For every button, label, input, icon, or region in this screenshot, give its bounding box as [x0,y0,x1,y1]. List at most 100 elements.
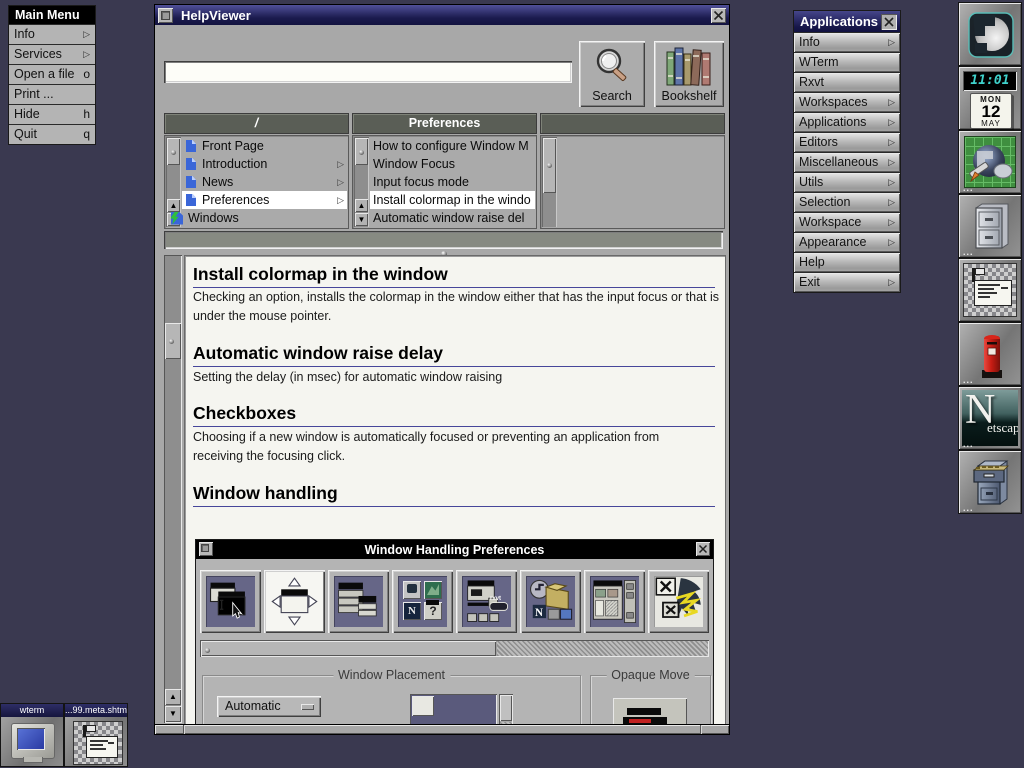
app-menu-item-rxvt[interactable]: Rxvt [794,73,900,92]
dock-tile-filecabinet-open[interactable]: ... [958,450,1022,514]
content-scroll-up-button[interactable]: ▲ [165,689,181,705]
clock-lcd: 11:01 [963,71,1017,91]
miniaturize-button[interactable] [158,8,173,23]
pref-icons-scrollbar [200,640,709,657]
column2-scrollbar[interactable]: ▲ ▼ [354,137,369,227]
submenu-arrow-icon: ▷ [888,113,895,132]
pref-icons-scroll-knob [201,641,496,656]
dock-tile-clock[interactable]: 11:01 MON 12 MAY [958,66,1022,130]
dock-tile-filecabinet[interactable]: ... [958,194,1022,258]
document-icon [186,194,196,206]
dock-tile-postbox[interactable]: ... [958,322,1022,386]
list-item-window-focus[interactable]: Window Focus [370,155,535,173]
submenu-arrow-icon: ▷ [888,213,895,232]
window-resizebar[interactable] [155,724,729,734]
list-item-input-focus-mode[interactable]: Input focus mode [370,173,535,191]
scroll-up-button[interactable]: ▲ [355,199,368,212]
list-item-front-page[interactable]: Front Page [182,137,347,155]
app-menu-item-utils[interactable]: Utils▷ [794,173,900,192]
pref-icon-window-focus [200,570,261,633]
close-button[interactable] [711,8,726,23]
section-heading: Install colormap in the window [193,264,715,288]
menu-item-quit[interactable]: Quitq [9,125,95,144]
menu-item-services[interactable]: Services▷ [9,45,95,64]
shortcut-key: q [83,125,90,144]
calendar: MON 12 MAY [970,93,1012,129]
scroll-up-icon: ▲ [169,692,177,701]
dock-tile-netscape[interactable]: N etscape ... [958,386,1022,450]
app-menu-item-miscellaneous[interactable]: Miscellaneous▷ [794,153,900,172]
main-menu-titlebar[interactable]: Main Menu [9,6,95,24]
calendar-month: MAY [971,119,1011,128]
column3-scroll-knob[interactable] [543,138,556,193]
helpviewer-titlebar[interactable]: HelpViewer [155,5,729,25]
appicon-dots: ... [963,378,974,382]
file-cabinet-icon [962,198,1018,254]
dock-tile-wmaker[interactable] [958,2,1022,66]
browser-column-header-1: / [164,113,349,134]
content-scroll-down-button[interactable]: ▼ [165,706,181,722]
app-menu-item-wterm[interactable]: WTerm [794,53,900,72]
column1-scroll-knob[interactable] [167,138,180,165]
menu-close-button[interactable] [881,14,897,30]
list-item-windows[interactable]: Windows [168,209,347,227]
submenu-arrow-icon: ▷ [888,193,895,212]
app-menu-item-help[interactable]: Help [794,253,900,272]
main-menu: Main Menu Info▷ Services▷ Open a fileo P… [8,5,96,145]
applications-menu-titlebar[interactable]: Applications [794,11,900,32]
clock-time: 11:01 [963,71,1017,91]
content-scroll-knob[interactable] [165,323,181,359]
app-menu-item-exit[interactable]: Exit▷ [794,273,900,292]
browser-horizontal-scrollbar[interactable] [164,231,723,249]
app-menu-item-info[interactable]: Info▷ [794,33,900,52]
list-item-news[interactable]: News▷ [182,173,347,191]
pref-icon-expert [648,570,709,633]
list-item-preferences[interactable]: Preferences▷ [182,191,347,209]
embedded-close-icon [696,542,710,556]
bookshelf-button[interactable]: Bookshelf [654,41,724,107]
miniwindow-meta-shtml[interactable]: ...99.meta.shtml [64,703,128,767]
window-title: HelpViewer [181,8,251,23]
app-menu-item-workspaces[interactable]: Workspaces▷ [794,93,900,112]
list-item-introduction[interactable]: Introduction▷ [182,155,347,173]
app-menu-item-applications[interactable]: Applications▷ [794,113,900,132]
list-item-automatic-raise[interactable]: Automatic window raise del [370,209,535,227]
desktop: Main Menu Info▷ Services▷ Open a fileo P… [0,0,1024,768]
embedded-dialog-titlebar: Window Handling Preferences [196,540,713,559]
appicon-dots: ... [963,186,974,190]
list-item-how-to-configure[interactable]: How to configure Window M [370,137,535,155]
browser-column-header-2: Preferences [352,113,537,134]
menu-item-print[interactable]: Print ... [9,85,95,104]
scroll-down-button[interactable]: ▼ [355,213,368,226]
applications-menu: Applications Info▷ WTerm Rxvt Workspaces… [793,10,901,293]
menu-item-open-a-file[interactable]: Open a fileo [9,65,95,84]
mail-window-icon [963,263,1017,317]
submenu-arrow-icon: ▷ [888,233,895,252]
app-menu-item-workspace[interactable]: Workspace▷ [794,213,900,232]
miniwindow-wterm[interactable]: wterm [0,703,64,767]
wterm-monitor-icon [11,723,55,759]
app-menu-item-appearance[interactable]: Appearance▷ [794,233,900,252]
menu-item-hide[interactable]: Hideh [9,105,95,124]
mail-window-icon [73,721,123,765]
browser-column-1: ▲ ▼ Front Page Introduction▷ News▷ Prefe… [164,135,349,229]
window-placement-group: Window Placement Automatic [202,675,581,725]
column2-scroll-knob[interactable] [355,138,368,165]
content-scrollbar[interactable]: ▲ ▼ [164,255,182,723]
list-item-install-colormap[interactable]: Install colormap in the windo [370,191,535,209]
svg-text:N: N [535,607,543,619]
menu-item-info[interactable]: Info▷ [9,25,95,44]
browser-column-2: ▲ ▼ How to configure Window M Window Foc… [352,135,537,229]
document-icon [186,140,196,152]
app-menu-item-editors[interactable]: Editors▷ [794,133,900,152]
app-menu-item-selection[interactable]: Selection▷ [794,193,900,212]
column3-scrollbar[interactable] [542,137,557,227]
open-cabinet-icon [962,454,1018,510]
netscape-logo-icon: N etscape [962,390,1018,446]
search-input[interactable] [164,61,572,83]
search-button[interactable]: Search [579,41,645,107]
dock-tile-wmakerconf[interactable]: ... [958,130,1022,194]
submenu-arrow-icon: ▷ [83,45,90,64]
dock-tile-mail-checkered[interactable] [958,258,1022,322]
submenu-arrow-icon: ▷ [83,25,90,44]
